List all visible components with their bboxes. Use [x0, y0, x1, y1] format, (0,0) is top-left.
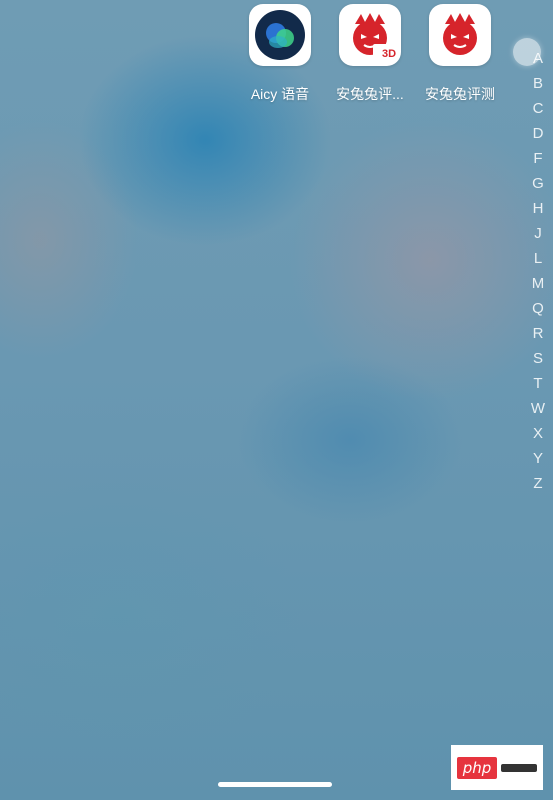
alpha-letter-z[interactable]: Z	[533, 471, 542, 496]
home-indicator[interactable]	[218, 782, 332, 787]
alpha-letter-m[interactable]: M	[532, 271, 545, 296]
alpha-letter-y[interactable]: Y	[533, 446, 543, 471]
alpha-letter-b[interactable]: B	[533, 71, 543, 96]
alpha-letter-h[interactable]: H	[533, 196, 544, 221]
app-label: 安兔兔评...	[336, 86, 404, 102]
alpha-letter-a[interactable]: A	[533, 46, 543, 71]
alpha-letter-g[interactable]: G	[532, 171, 544, 196]
antutu-benchmark-icon	[429, 4, 491, 66]
alpha-letter-j[interactable]: J	[534, 221, 542, 246]
app-antutu-3d[interactable]: 3D 安兔兔评...	[325, 4, 415, 104]
alpha-letter-r[interactable]: R	[533, 321, 544, 346]
app-label: 安兔兔评测	[425, 86, 495, 102]
aicy-voice-icon	[249, 4, 311, 66]
alpha-letter-q[interactable]: Q	[532, 296, 544, 321]
badge-3d: 3D	[382, 48, 397, 60]
alpha-letter-t[interactable]: T	[533, 371, 542, 396]
alpha-letter-x[interactable]: X	[533, 421, 543, 446]
app-antutu-benchmark[interactable]: 安兔兔评测	[415, 4, 505, 104]
alpha-letter-s[interactable]: S	[533, 346, 543, 371]
watermark-bar	[501, 763, 538, 772]
app-label: Aicy 语音	[250, 86, 310, 102]
php-watermark: php	[451, 745, 543, 790]
alpha-letter-f[interactable]: F	[533, 146, 542, 171]
alpha-letter-d[interactable]: D	[533, 121, 544, 146]
alpha-letter-w[interactable]: W	[531, 396, 545, 421]
alphabet-index[interactable]: A B C D F G H J L M Q R S T W X Y Z	[529, 46, 547, 496]
alpha-letter-c[interactable]: C	[533, 96, 544, 121]
app-aicy-voice[interactable]: Aicy 语音	[235, 4, 325, 104]
alpha-letter-l[interactable]: L	[534, 246, 542, 271]
watermark-php-text: php	[456, 756, 498, 779]
